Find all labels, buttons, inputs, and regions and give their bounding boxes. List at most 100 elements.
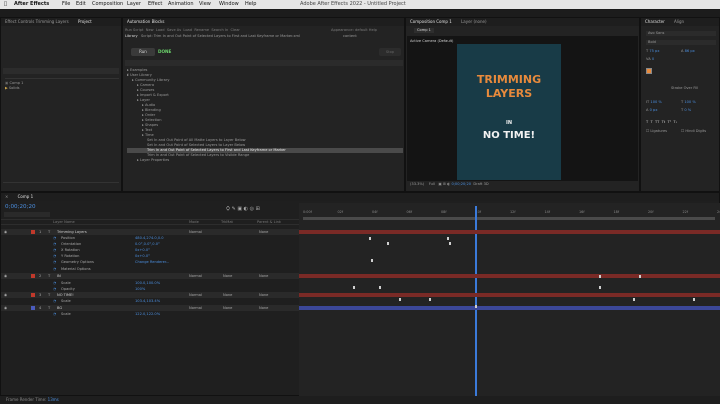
property-row[interactable]: ◔ Material Options (1, 266, 299, 272)
property-row[interactable]: ◔ Scale 122.0,122.0% (1, 311, 299, 317)
library-search[interactable]: ⌕ (125, 60, 403, 76)
label-color[interactable] (31, 293, 35, 297)
trkmat-select[interactable]: None (223, 273, 232, 279)
tab-effect-controls[interactable]: Effect Controls Trimming Layers (1, 18, 73, 26)
tracking-row[interactable]: VA 0 (646, 57, 654, 62)
horizontal-scale-row[interactable]: T 100 % (681, 100, 696, 105)
menu-view[interactable]: View (199, 0, 211, 9)
menu-help[interactable]: Help (245, 0, 256, 9)
save-as-button[interactable]: Save As (167, 28, 181, 32)
menu-effect[interactable]: Effect (148, 0, 162, 9)
playhead[interactable] (475, 206, 477, 397)
quality-select[interactable]: Full (429, 182, 435, 186)
run-button[interactable]: Run (131, 48, 155, 56)
stopwatch-icon[interactable]: ◔ (53, 259, 56, 265)
time-ruler[interactable]: 0:00f02f04f06f08f10f12f14f16f18f20f22f24… (299, 208, 720, 216)
stopwatch-icon[interactable]: ◔ (53, 266, 56, 272)
search-in-button[interactable]: Search In (211, 28, 228, 32)
keyframe[interactable] (379, 286, 381, 289)
hindi-digits-checkbox[interactable]: ☐ Hindi Digits (681, 129, 706, 134)
font-family-select[interactable]: Avo Sans (646, 31, 716, 36)
property-row[interactable]: ◔ Geometry Options Change Renderer... (1, 259, 299, 265)
menu-window[interactable]: Window (219, 0, 239, 9)
keyframe[interactable] (599, 286, 601, 289)
property-value[interactable]: 122.0,122.0% (135, 311, 160, 317)
mask-icon[interactable]: ◐ (447, 182, 450, 186)
comp-time-display[interactable]: 0;00;20;20 (451, 182, 471, 186)
font-size-row[interactable]: T 75 px (646, 49, 659, 54)
property-value[interactable]: 103.4,103.4% (135, 298, 160, 304)
clear-button[interactable]: Clear (231, 28, 240, 32)
camera-icon[interactable]: ▣ (438, 182, 441, 186)
ligatures-checkbox[interactable]: ☐ Ligatures (646, 129, 667, 134)
load-2-button[interactable]: Load (183, 28, 192, 32)
comp-viewer[interactable]: Active Camera (Default) TRIMMING LAYERS … (407, 36, 638, 181)
stop-button[interactable]: Stop (379, 48, 401, 56)
keyframe[interactable] (449, 242, 451, 245)
help-button[interactable]: Help (369, 28, 377, 32)
keyframe[interactable] (399, 298, 401, 301)
leading-row[interactable]: A 86 px (681, 49, 695, 54)
load-button[interactable]: Load (156, 28, 165, 32)
rename-button[interactable]: Rename (194, 28, 209, 32)
run-script-button[interactable]: Run Script (125, 28, 143, 32)
eye-icon[interactable]: ◉ (4, 273, 7, 279)
menu-composition[interactable]: Composition (92, 0, 123, 9)
menu-layer[interactable]: Layer (127, 0, 141, 9)
menu-app[interactable]: After Effects (14, 0, 49, 9)
keyframe[interactable] (429, 298, 431, 301)
menu-animation[interactable]: Animation (168, 0, 194, 9)
layer-duration-bar[interactable] (299, 274, 720, 278)
project-item-solids[interactable]: ▶ Solids (5, 86, 119, 91)
keyframe[interactable] (371, 259, 373, 262)
keyframe[interactable] (599, 275, 601, 278)
apple-icon[interactable]:  (4, 0, 7, 9)
layer-duration-bar[interactable] (299, 293, 720, 297)
tab-layer[interactable]: Layer (none) (457, 18, 491, 26)
mode-select[interactable]: Normal (189, 273, 202, 279)
label-color[interactable] (31, 230, 35, 234)
grid-icon[interactable]: ⊞ (443, 182, 446, 186)
keyframe[interactable] (387, 242, 389, 245)
project-search[interactable] (3, 68, 119, 74)
renderer-label[interactable]: Draft 3D (473, 182, 488, 186)
label-color[interactable] (31, 274, 35, 278)
property-row[interactable]: ◔ Scale 103.4,103.4% (1, 298, 299, 304)
menu-file[interactable]: File (62, 0, 70, 9)
comp-sub-tab[interactable]: Comp 1 (414, 28, 434, 33)
zoom-select[interactable]: (33.3%) (410, 182, 424, 186)
menu-edit[interactable]: Edit (76, 0, 86, 9)
keyframe[interactable] (639, 275, 641, 278)
tab-character[interactable]: Character (641, 18, 669, 26)
tab-project[interactable]: Project (74, 18, 96, 26)
parent-select[interactable]: None (259, 273, 268, 279)
tab-automation-blocks[interactable]: Automation Blocks (123, 18, 168, 26)
vertical-scale-row[interactable]: IT 100 % (646, 100, 662, 105)
text-style-buttons[interactable]: T T TT Tt T¹ T₁ (646, 120, 677, 125)
timeline-graph[interactable]: 0:00f02f04f06f08f10f12f14f16f18f20f22f24… (299, 203, 720, 397)
keyframe[interactable] (693, 298, 695, 301)
stopwatch-icon[interactable]: ◔ (53, 298, 56, 304)
property-value[interactable]: Change Renderer... (135, 259, 169, 265)
baseline-row[interactable]: A 0 px (646, 108, 657, 113)
keyframe[interactable] (369, 237, 371, 240)
layer-duration-bar[interactable] (299, 306, 720, 310)
layer-row[interactable]: ◉ 2 T IN Normal None None (1, 273, 299, 279)
keyframe[interactable] (475, 305, 477, 308)
tsume-row[interactable]: T 0 % (681, 108, 691, 113)
keyframe[interactable] (447, 237, 449, 240)
font-style-select[interactable]: Bold (646, 40, 716, 45)
keyframe[interactable] (353, 286, 355, 289)
fill-color-swatch[interactable] (646, 68, 652, 74)
appearance-select[interactable]: default (355, 28, 368, 32)
layer-name[interactable]: IN (57, 273, 61, 279)
tree-item[interactable]: ▸ Layer Properties (127, 158, 403, 163)
new-button[interactable]: New (146, 28, 154, 32)
tab-align[interactable]: Align (670, 18, 688, 26)
stroke-select[interactable]: Stroke Over Fill (671, 86, 698, 91)
layer-duration-bar[interactable] (299, 230, 720, 234)
work-area-bar[interactable] (303, 217, 715, 220)
tab-composition[interactable]: Composition Comp 1 (406, 18, 456, 26)
stopwatch-icon[interactable]: ◔ (53, 311, 56, 317)
keyframe[interactable] (633, 298, 635, 301)
